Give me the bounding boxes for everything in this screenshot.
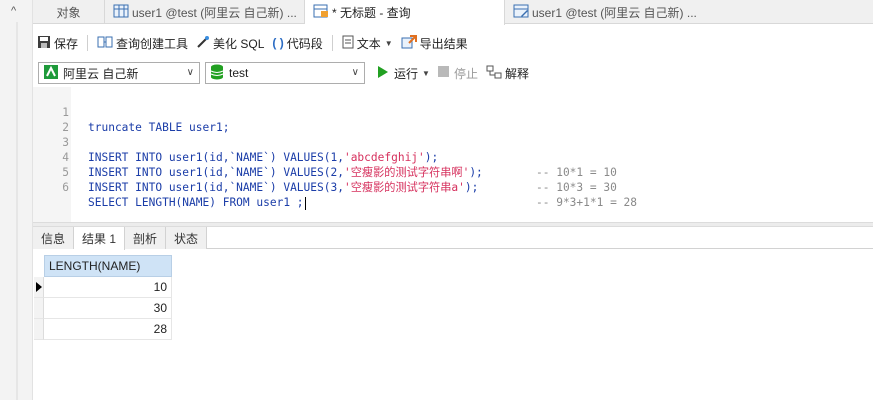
tab-result-1[interactable]: 结果 1 [74, 227, 126, 250]
connection-icon [43, 64, 59, 83]
tab-profile[interactable]: 剖析 [125, 227, 167, 249]
code-text: SELECT LENGTH(NAME) FROM user1 ; [88, 195, 306, 210]
code-comment: -- 9*3+1*1 = 28 [536, 196, 638, 209]
row-header[interactable] [34, 319, 44, 340]
connection-select[interactable]: 阿里云 自己新 ∨ [38, 62, 200, 84]
snippet-parens-icon: ( ) [272, 36, 284, 50]
beautify-wand-icon [196, 35, 210, 52]
toolbar: 保存 查询创建工具 美化 SQL ( ) 代码段 文本 ▼ 导出结果 [33, 30, 472, 56]
tab-untitled-query[interactable]: * 无标题 - 查询 [305, 0, 505, 25]
tab-user1-design[interactable]: user1 @test (阿里云 自己新) ... [505, 0, 873, 24]
table-cell[interactable]: 30 [44, 298, 172, 319]
gutter-strip [16, 22, 18, 400]
tab-label: user1 @test (阿里云 自己新) ... [132, 5, 297, 20]
beautify-sql-button[interactable]: 美化 SQL [192, 32, 268, 54]
code-tail: ); [464, 181, 479, 194]
query-icon [313, 4, 329, 21]
code-line: 3 INSERT INTO user1(id,`NAME`) VALUES(1,… [33, 120, 873, 179]
tab-bar: 对象 user1 @test (阿里云 自己新) ... * 无标题 - 查询 … [33, 0, 873, 25]
explain-icon [486, 65, 502, 82]
table-cell[interactable]: 10 [44, 277, 172, 298]
tab-info[interactable]: 信息 [33, 227, 75, 249]
chevron-down-icon: ∨ [186, 67, 194, 78]
toolbar-divider [331, 35, 333, 51]
save-button[interactable]: 保存 [33, 32, 82, 54]
stop-button[interactable]: 停止 [434, 62, 482, 84]
tab-label: user1 @test (阿里云 自己新) ... [532, 5, 697, 20]
tab-label: * 无标题 - 查询 [332, 6, 411, 20]
table-cell[interactable]: 28 [44, 319, 172, 340]
tab-label: 对象 [56, 5, 81, 20]
sql-editor[interactable]: 1 truncate TABLE user1; 2 3 INSERT INTO … [33, 87, 873, 223]
run-button[interactable]: 运行 ▼ [373, 62, 434, 84]
code-line: 2 [33, 105, 873, 134]
column-header[interactable]: LENGTH(NAME) [44, 255, 172, 277]
explain-button[interactable]: 解释 [482, 62, 533, 84]
code-line: 6 SELECT LENGTH(NAME) FROM user1 ; [33, 165, 873, 210]
row-header[interactable] [34, 298, 44, 319]
row-header[interactable] [34, 277, 44, 298]
code-select: SELECT LENGTH(NAME) FROM user1 ; [88, 196, 304, 209]
stop-icon [437, 66, 449, 80]
query-builder-button[interactable]: 查询创建工具 [93, 32, 192, 54]
save-icon [37, 35, 51, 52]
left-gutter: ^ [0, 0, 33, 400]
table-design-icon [513, 4, 529, 21]
text-cursor [304, 196, 306, 210]
code-snippet-button[interactable]: ( ) 代码段 [268, 32, 326, 54]
code-string: '空瘦影的测试字符串a' [343, 181, 465, 194]
toolbar-divider [87, 35, 89, 51]
table-icon [113, 4, 129, 21]
code-line: 4 INSERT INTO user1(id,`NAME`) VALUES(2,… [33, 135, 873, 194]
export-icon [401, 34, 417, 52]
chevron-down-icon[interactable]: ▼ [422, 69, 430, 78]
code-keyword-part: INSERT INTO user1(id,`NAME`) VALUES(3, [88, 181, 344, 194]
text-mode-button[interactable]: 文本 ▼ [338, 32, 397, 54]
result-tabs: 信息 结果 1 剖析 状态 [33, 227, 873, 250]
database-icon [210, 64, 224, 83]
chevron-down-icon[interactable]: ▼ [385, 39, 393, 48]
tab-user1-table[interactable]: user1 @test (阿里云 自己新) ... [105, 0, 305, 24]
collapse-up-icon[interactable]: ^ [11, 5, 16, 17]
tab-objects[interactable]: 对象 [33, 0, 105, 24]
code-text: INSERT INTO user1(id,`NAME`) VALUES(3,'空… [88, 180, 478, 195]
database-select[interactable]: test ∨ [205, 62, 365, 84]
document-icon [342, 35, 354, 52]
query-builder-icon [97, 35, 113, 52]
tab-status[interactable]: 状态 [166, 227, 208, 249]
code-line: 5 INSERT INTO user1(id,`NAME`) VALUES(3,… [33, 150, 873, 209]
current-row-arrow-icon [36, 282, 42, 292]
chevron-down-icon: ∨ [351, 67, 359, 78]
code-line: 1 truncate TABLE user1; [33, 90, 873, 134]
play-icon [377, 65, 389, 81]
export-result-button[interactable]: 导出结果 [397, 32, 472, 54]
code-comment: -- 10*3 = 30 [536, 181, 617, 194]
connection-row: 阿里云 自己新 ∨ test ∨ 运行 ▼ 停止 解释 [33, 61, 533, 85]
line-number: 6 [62, 181, 69, 194]
